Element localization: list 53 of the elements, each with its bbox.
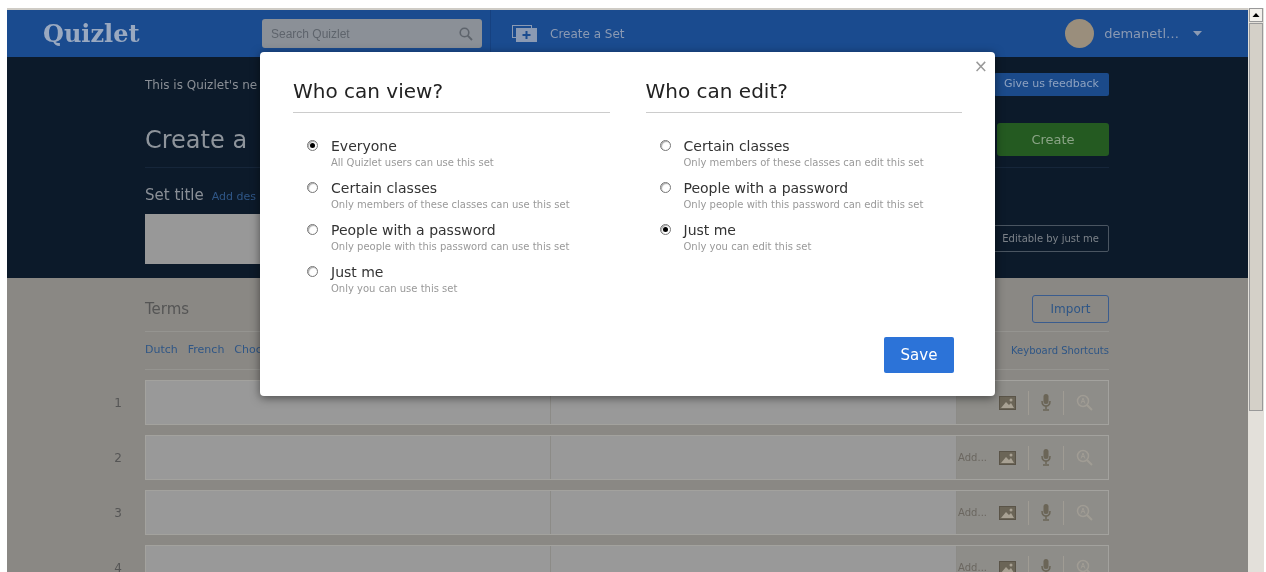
radio-button[interactable] — [307, 266, 318, 277]
add-description-link[interactable]: Add des — [211, 189, 256, 206]
create-button[interactable]: Create — [997, 123, 1109, 156]
feedback-button[interactable]: Give us feedback — [993, 73, 1109, 96]
option-label[interactable]: Certain classes — [683, 137, 924, 155]
scroll-up-icon[interactable] — [1249, 8, 1263, 22]
option-description: Only you can use this set — [331, 282, 458, 296]
option-label[interactable]: People with a password — [683, 179, 924, 197]
radio-button[interactable] — [307, 224, 318, 235]
scrollbar[interactable] — [1248, 8, 1264, 572]
microphone-icon[interactable] — [1041, 504, 1051, 521]
microphone-icon[interactable] — [1041, 559, 1051, 572]
search-icon[interactable] — [459, 27, 473, 41]
option-label[interactable]: Everyone — [331, 137, 494, 155]
create-set-link[interactable]: Create a Set — [550, 24, 625, 43]
radio-button[interactable] — [307, 182, 318, 193]
language-link[interactable]: Choc — [234, 342, 262, 359]
option-description: All Quizlet users can use this set — [331, 156, 494, 170]
radio-button[interactable] — [659, 140, 671, 151]
microphone-icon[interactable] — [1041, 449, 1051, 466]
microphone-icon[interactable] — [1041, 394, 1051, 411]
radio-button[interactable] — [659, 224, 671, 235]
image-icon[interactable] — [999, 450, 1016, 465]
image-icon[interactable] — [999, 560, 1016, 572]
logo[interactable]: Quizlet — [43, 15, 262, 52]
image-icon[interactable] — [999, 395, 1016, 410]
option-description: Only members of these classes can edit this set — [683, 156, 924, 170]
import-button[interactable]: Import — [1032, 294, 1109, 323]
caret-icon[interactable] — [1193, 31, 1202, 36]
notice-text: This is Quizlet's ne — [145, 76, 258, 94]
username[interactable]: demanetl… — [1104, 23, 1179, 44]
page-title: Create a — [145, 124, 248, 156]
option-label[interactable]: Just me — [331, 263, 458, 281]
image-icon[interactable] — [999, 505, 1016, 520]
section-heading: Who can edit? — [645, 76, 962, 113]
option-description: Only you can edit this set — [683, 240, 812, 254]
radio-button[interactable] — [659, 182, 671, 193]
option-label[interactable]: People with a password — [331, 221, 570, 239]
language-link[interactable]: Dutch — [145, 342, 178, 359]
language-link[interactable]: French — [187, 342, 225, 359]
option-description: Only people with this password can use this set — [331, 240, 570, 254]
keyboard-shortcuts-link[interactable]: Keyboard Shortcuts — [1011, 343, 1109, 358]
option-description: Only people with this password can edit this set — [683, 198, 924, 212]
option-label[interactable]: Just me — [683, 221, 812, 239]
radio-button[interactable] — [307, 140, 318, 151]
option-description: Only members of these classes can use this set — [331, 198, 570, 212]
close-button[interactable]: × — [973, 54, 988, 80]
option-label[interactable]: Certain classes — [331, 179, 570, 197]
avatar[interactable] — [1065, 19, 1095, 48]
set-title-label: Set title — [145, 185, 204, 206]
section-heading: Who can view? — [293, 76, 610, 113]
save-button[interactable]: Save — [884, 337, 954, 373]
add-set-icon[interactable] — [512, 25, 537, 42]
